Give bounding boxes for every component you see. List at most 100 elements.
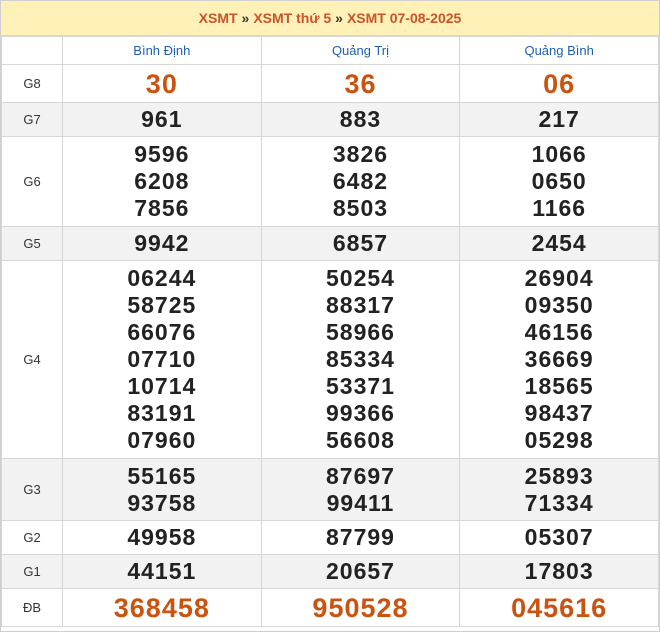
prize-cell: 2454 bbox=[459, 226, 659, 261]
table-header-row: Bình Định Quảng Trị Quảng Bình bbox=[1, 36, 659, 65]
prize-number: 85334 bbox=[326, 346, 395, 372]
breadcrumb-separator: » bbox=[241, 10, 250, 26]
prize-number: 18565 bbox=[524, 373, 594, 399]
prize-number: 217 bbox=[538, 106, 580, 132]
prize-number: 46156 bbox=[524, 319, 594, 345]
prize-cell: 961 bbox=[62, 102, 262, 137]
prize-number: 883 bbox=[339, 106, 382, 132]
prize-number: 25893 bbox=[524, 462, 594, 489]
prize-number: 93758 bbox=[127, 489, 197, 516]
table-row: G4 06244 58725 66076 07710 10714 83191 07960 502… bbox=[1, 260, 659, 459]
prize-number: 58966 bbox=[326, 319, 395, 345]
prize-number: 98437 bbox=[524, 400, 594, 426]
breadcrumb-link-xsmt-thu5[interactable]: XSMT thứ 5 bbox=[253, 10, 331, 26]
table-row: G5 9942 6857 2454 bbox=[1, 226, 659, 261]
prize-number: 88317 bbox=[326, 292, 395, 318]
prize-number: 05298 bbox=[524, 427, 594, 453]
prize-number: 950528 bbox=[312, 592, 409, 623]
prize-cell: 3826 6482 8503 bbox=[260, 136, 461, 227]
breadcrumb-separator: » bbox=[335, 10, 343, 26]
prize-cell: 9596 6208 7856 bbox=[62, 136, 262, 227]
prize-number: 2454 bbox=[531, 230, 587, 256]
prize-label: G5 bbox=[1, 226, 63, 261]
prize-cell: 368458 bbox=[62, 588, 262, 627]
prize-number: 8503 bbox=[332, 195, 389, 221]
prize-number: 71334 bbox=[524, 489, 594, 516]
prize-number: 36669 bbox=[524, 346, 594, 372]
prize-cell: 17803 bbox=[459, 554, 659, 589]
prize-number: 58725 bbox=[127, 292, 197, 318]
header-empty-cell bbox=[1, 36, 63, 65]
prize-cell: 87697 99411 bbox=[260, 458, 461, 521]
column-header-province[interactable]: Bình Định bbox=[62, 36, 262, 65]
prize-number: 87799 bbox=[326, 524, 395, 550]
prize-number: 07710 bbox=[127, 346, 197, 372]
prize-number: 3826 bbox=[332, 141, 389, 167]
prize-number: 06244 bbox=[127, 265, 197, 291]
prize-number: 368458 bbox=[113, 592, 210, 623]
prize-number: 99366 bbox=[326, 400, 395, 426]
prize-label: G8 bbox=[1, 64, 63, 103]
prize-number: 55165 bbox=[127, 462, 197, 489]
prize-cell: 30 bbox=[62, 64, 262, 103]
prize-number: 53371 bbox=[326, 373, 395, 399]
prize-number: 961 bbox=[141, 106, 183, 132]
table-row: G8 30 36 06 bbox=[1, 64, 659, 103]
prize-cell: 55165 93758 bbox=[62, 458, 262, 521]
table-body: G8 30 36 06 G7 961 883 217 G6 9596 6208 7856 3826 648… bbox=[1, 64, 659, 627]
prize-cell: 045616 bbox=[459, 588, 659, 627]
table-row: G2 49958 87799 05307 bbox=[1, 520, 659, 555]
lottery-results-table: Bình Định Quảng Trị Quảng Bình G8 30 36 06 G… bbox=[1, 36, 659, 627]
prize-cell: 06244 58725 66076 07710 10714 83191 07960 bbox=[62, 260, 262, 459]
breadcrumb: XSMT » XSMT thứ 5 » XSMT 07-08-2025 bbox=[1, 1, 659, 36]
prize-number: 045616 bbox=[511, 592, 608, 623]
table-row: ĐB 368458 950528 045616 bbox=[1, 588, 659, 627]
column-header-province[interactable]: Quảng Trị bbox=[260, 36, 461, 65]
prize-cell: 49958 bbox=[62, 520, 262, 555]
prize-number: 07960 bbox=[127, 427, 197, 453]
prize-cell: 20657 bbox=[260, 554, 461, 589]
prize-cell: 1066 0650 1166 bbox=[459, 136, 659, 227]
prize-cell: 9942 bbox=[62, 226, 262, 261]
prize-label: G3 bbox=[1, 458, 63, 521]
table-row: G3 55165 93758 87697 99411 25893 71334 bbox=[1, 458, 659, 521]
prize-number: 05307 bbox=[524, 524, 594, 550]
prize-number: 09350 bbox=[524, 292, 594, 318]
prize-cell: 05307 bbox=[459, 520, 659, 555]
prize-cell: 50254 88317 58966 85334 53371 99366 56608 bbox=[260, 260, 461, 459]
prize-number: 87697 bbox=[326, 462, 395, 489]
table-row: G7 961 883 217 bbox=[1, 102, 659, 137]
prize-number: 83191 bbox=[127, 400, 197, 426]
prize-number: 6482 bbox=[332, 168, 389, 194]
table-row: G6 9596 6208 7856 3826 6482 8503 1066 0650 1166 bbox=[1, 136, 659, 227]
results-table-container: XSMT » XSMT thứ 5 » XSMT 07-08-2025 Bình… bbox=[0, 0, 660, 632]
prize-label: G6 bbox=[1, 136, 63, 227]
prize-number: 1166 bbox=[532, 195, 587, 221]
prize-number: 44151 bbox=[127, 558, 197, 584]
column-header-province[interactable]: Quảng Bình bbox=[459, 36, 659, 65]
prize-number: 6208 bbox=[134, 168, 190, 194]
prize-cell: 44151 bbox=[62, 554, 262, 589]
prize-number: 1066 bbox=[531, 141, 587, 167]
prize-label: ĐB bbox=[1, 588, 63, 627]
prize-number: 7856 bbox=[134, 195, 190, 221]
prize-cell: 36 bbox=[260, 64, 461, 103]
prize-number: 06 bbox=[543, 68, 576, 99]
prize-cell: 25893 71334 bbox=[459, 458, 659, 521]
prize-cell: 87799 bbox=[260, 520, 461, 555]
prize-label: G1 bbox=[1, 554, 63, 589]
prize-number: 17803 bbox=[524, 558, 594, 584]
prize-number: 50254 bbox=[326, 265, 395, 291]
breadcrumb-link-xsmt[interactable]: XSMT bbox=[199, 10, 238, 26]
prize-number: 66076 bbox=[127, 319, 197, 345]
prize-number: 20657 bbox=[326, 558, 395, 584]
prize-label: G7 bbox=[1, 102, 63, 137]
prize-cell: 6857 bbox=[260, 226, 461, 261]
prize-cell: 883 bbox=[260, 102, 461, 137]
prize-number: 30 bbox=[145, 68, 178, 99]
prize-number: 26904 bbox=[524, 265, 594, 291]
prize-number: 0650 bbox=[531, 168, 587, 194]
prize-cell: 950528 bbox=[260, 588, 461, 627]
breadcrumb-link-xsmt-date[interactable]: XSMT 07-08-2025 bbox=[347, 10, 461, 26]
prize-number: 56608 bbox=[326, 427, 395, 453]
